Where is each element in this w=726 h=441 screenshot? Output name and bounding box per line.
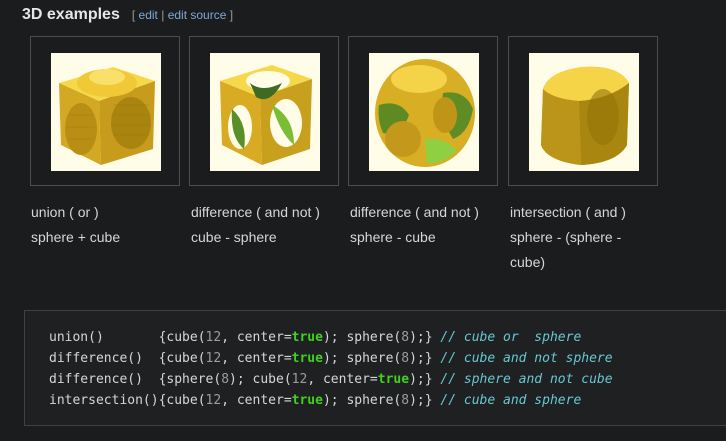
code-keyword: true — [291, 351, 323, 366]
code-keyword: true — [377, 372, 410, 387]
edit-separator: | — [161, 8, 165, 22]
example-thumbnail-intersection[interactable] — [508, 36, 658, 186]
code-number: 8 — [401, 393, 410, 408]
code-text: );} — [409, 393, 441, 408]
code-text: {cube( — [158, 330, 206, 345]
code-number: 12 — [205, 393, 222, 408]
example-thumbnail-union[interactable] — [30, 36, 180, 186]
code-text: {sphere( — [158, 372, 222, 387]
code-text: );} — [409, 330, 441, 345]
difference-cube-sphere-render-svg — [220, 65, 312, 165]
code-number: 8 — [401, 330, 410, 345]
code-text: {cube( — [158, 351, 206, 366]
code-comment: // cube and sphere — [440, 393, 582, 408]
code-text: ); sphere( — [322, 393, 402, 408]
union-render-svg — [59, 67, 155, 165]
caption-op: difference ( and not ) — [191, 204, 320, 220]
code-text: , center= — [221, 330, 292, 345]
code-number: 8 — [401, 351, 410, 366]
edit-bracket-close: ] — [229, 8, 234, 22]
code-line-intersection: intersection(){cube(12, center=true); sp… — [49, 390, 726, 411]
code-comment: // cube or sphere — [440, 330, 582, 345]
caption-formula: sphere + cube — [31, 229, 121, 245]
caption-intersection: intersection ( and ) sphere - (sphere - … — [510, 200, 642, 275]
edit-source-link[interactable]: edit source — [168, 8, 227, 22]
intersection-render-image — [529, 53, 639, 171]
code-function: difference() — [49, 372, 159, 387]
code-function: union() — [49, 330, 159, 345]
page: 3D examples [ edit | edit source ] union… — [0, 0, 726, 441]
code-text: );} — [409, 351, 441, 366]
code-number: 12 — [291, 372, 308, 387]
caption-union: union ( or ) sphere + cube — [31, 200, 181, 250]
caption-formula: cube - sphere — [191, 229, 277, 245]
code-text: ); sphere( — [322, 330, 402, 345]
code-line-difference-1: difference() {cube(12, center=true); sph… — [49, 348, 726, 369]
section-title: 3D examples — [22, 6, 120, 23]
caption-op: union ( or ) — [31, 204, 99, 220]
intersection-render-svg — [541, 66, 629, 165]
code-text: , center= — [221, 351, 292, 366]
code-text: , center= — [221, 393, 292, 408]
union-render-image — [51, 53, 161, 171]
difference-sphere-cube-render-svg — [375, 59, 475, 167]
section-heading: 3D examples [ edit | edit source ] — [22, 6, 233, 24]
code-keyword: true — [291, 330, 323, 345]
caption-formula: sphere - cube — [350, 229, 436, 245]
code-number: 12 — [205, 330, 222, 345]
caption-difference-cube-sphere: difference ( and not ) cube - sphere — [191, 200, 341, 250]
caption-formula: sphere - (sphere - cube) — [510, 229, 622, 270]
caption-op: intersection ( and ) — [510, 204, 626, 220]
code-line-difference-2: difference() {sphere(8); cube(12, center… — [49, 369, 726, 390]
example-thumbnail-difference-cube-sphere[interactable] — [189, 36, 339, 186]
edit-link[interactable]: edit — [139, 8, 158, 22]
edit-links: [ edit | edit source ] — [132, 8, 233, 22]
code-line-union: union() {cube(12, center=true); sphere(8… — [49, 327, 726, 348]
code-comment: // cube and not sphere — [440, 351, 613, 366]
code-text: ); cube( — [229, 372, 292, 387]
code-keyword: true — [291, 393, 323, 408]
code-text: );} — [409, 372, 441, 387]
example-thumbnail-difference-sphere-cube[interactable] — [348, 36, 498, 186]
code-number: 8 — [221, 372, 230, 387]
code-text: ); sphere( — [322, 351, 402, 366]
code-comment: // sphere and not cube — [440, 372, 613, 387]
code-number: 12 — [205, 351, 222, 366]
difference-sphere-cube-render-image — [369, 53, 479, 171]
caption-op: difference ( and not ) — [350, 204, 479, 220]
difference-cube-sphere-render-image — [210, 53, 320, 171]
caption-difference-sphere-cube: difference ( and not ) sphere - cube — [350, 200, 500, 250]
code-text: , center= — [307, 372, 378, 387]
edit-bracket-open: [ — [131, 8, 136, 22]
code-function: difference() — [49, 351, 159, 366]
code-function: intersection() — [49, 393, 159, 408]
code-block[interactable]: union() {cube(12, center=true); sphere(8… — [24, 310, 726, 426]
code-text: {cube( — [158, 393, 206, 408]
